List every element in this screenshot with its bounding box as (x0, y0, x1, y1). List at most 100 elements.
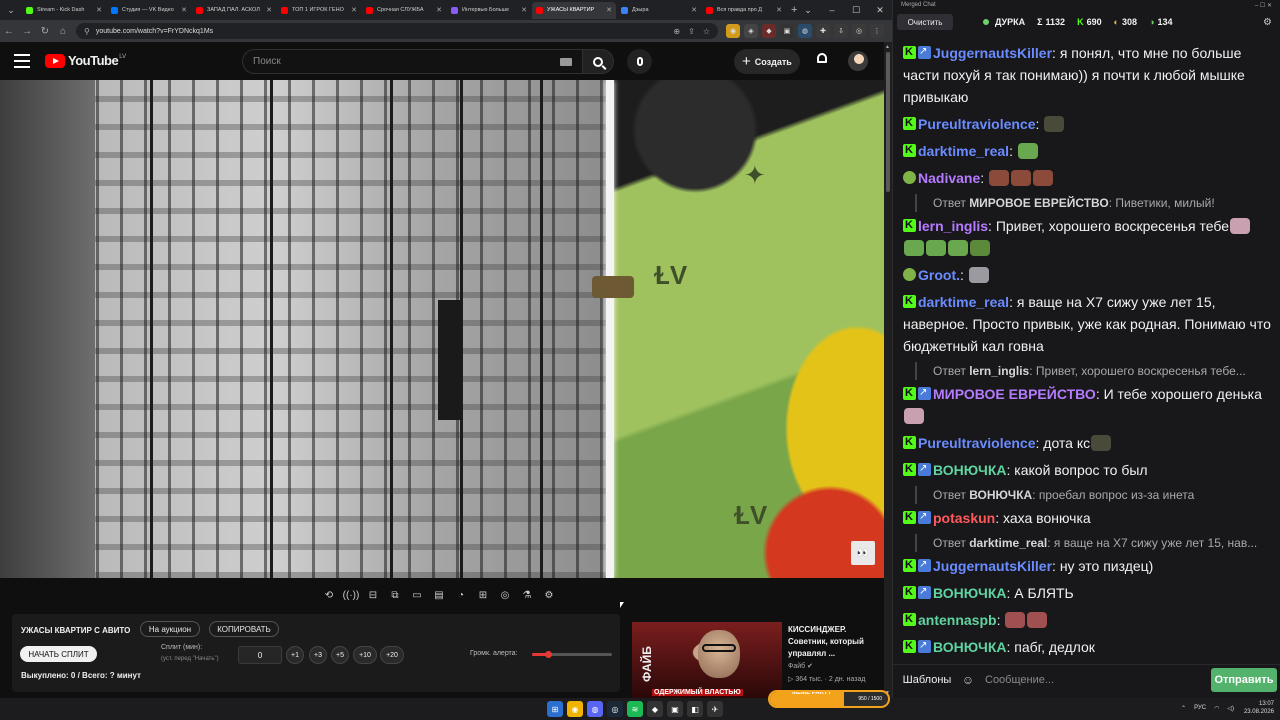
extension-icon[interactable]: ◉ (726, 24, 740, 38)
browser-tab[interactable]: Срочная СЛУЖБА ✕ (362, 2, 446, 19)
close-icon[interactable]: ✕ (96, 6, 102, 14)
scroll-up-icon[interactable]: ▲ (885, 44, 890, 50)
chat-nick[interactable]: JuggernautsKiller (933, 45, 1052, 61)
chrome-icon[interactable]: ◉ (567, 701, 583, 717)
menu-icon[interactable]: ⋮ (870, 24, 884, 38)
clear-chat-button[interactable]: Очистить (897, 14, 953, 30)
back-button[interactable]: ← (0, 22, 18, 40)
steam-icon[interactable]: ◎ (607, 701, 623, 717)
chat-nick[interactable]: JuggernautsKiller (933, 558, 1052, 574)
chat-message[interactable]: antennaspb: (903, 608, 1271, 631)
browser-tab[interactable]: Stream - Kick Dash ✕ (22, 2, 106, 19)
spotify-icon[interactable]: ≋ (627, 701, 643, 717)
split-minutes-input[interactable]: 0 (238, 646, 282, 664)
star-icon[interactable]: ☆ (703, 27, 710, 36)
clock[interactable]: 13:07 23.08.2026 (1244, 700, 1274, 716)
start-split-button[interactable]: НАЧАТЬ СПЛИТ (20, 646, 97, 662)
create-button[interactable]: + Создать (734, 49, 800, 74)
chat-nick[interactable]: ВОНЮЧКА (933, 462, 1007, 478)
chat-message[interactable]: Nadivane: (903, 167, 1271, 189)
player-tool-icon[interactable]: ⊞ (472, 587, 494, 603)
wifi-icon[interactable]: ◠ (1214, 705, 1219, 712)
chat-message[interactable]: darktime_real: я ваще на X7 сижу уже лет… (903, 290, 1271, 357)
chat-messages[interactable]: JuggernautsKiller: я понял, что мне по б… (893, 38, 1280, 658)
chat-message[interactable]: potaskun: хаха вонючка (903, 506, 1271, 529)
app-icon[interactable]: ◧ (687, 701, 703, 717)
split-step-button[interactable]: +5 (331, 646, 349, 664)
discord-icon[interactable]: ◍ (587, 701, 603, 717)
chat-nick[interactable]: potaskun (933, 510, 995, 526)
chevron-up-icon[interactable]: ⌃ (1181, 705, 1186, 712)
chat-message[interactable]: JuggernautsKiller: ну это пиздец) (903, 554, 1271, 577)
close-icon[interactable]: ✕ (266, 6, 272, 14)
related-title[interactable]: КИССИНДЖЕР. Советник, который управлял .… (788, 624, 882, 660)
extension-icon[interactable]: ▣ (780, 24, 794, 38)
browser-tab[interactable]: ТОП 1 ИГРОК ГЕНО ✕ (277, 2, 361, 19)
chat-message[interactable]: МИРОВОЕ ЕВРЕЙСТВО: И тебе хорошего деньк… (903, 382, 1271, 427)
browser-tab[interactable]: Интервью Больше ✕ (447, 2, 531, 19)
search-button[interactable] (582, 49, 614, 74)
search-input[interactable]: Поиск (242, 49, 582, 74)
app-icon[interactable]: ✈ (707, 701, 723, 717)
notifications-bell-icon[interactable] (815, 53, 829, 67)
chat-nick[interactable]: Nadivane (918, 170, 980, 186)
extension-icon[interactable]: ◆ (762, 24, 776, 38)
chat-message[interactable]: darktime_real: (903, 139, 1271, 162)
chat-message[interactable]: Groot.: (903, 264, 1271, 286)
download-icon[interactable]: ⇩ (834, 24, 848, 38)
chat-nick[interactable]: МИРОВОЕ ЕВРЕЙСТВО (933, 386, 1096, 402)
chat-nick[interactable]: ВОНЮЧКА (933, 639, 1007, 655)
volume-knob[interactable] (545, 651, 552, 658)
alert-volume-slider[interactable] (532, 651, 612, 658)
video-player[interactable]: ⱢV ✦ ⱢV (0, 80, 884, 578)
site-info-icon[interactable]: ⚲ (84, 27, 90, 36)
gear-icon[interactable]: ⚙ (1263, 17, 1272, 28)
close-icon[interactable]: ✕ (776, 6, 782, 14)
chat-message[interactable]: ВОНЮЧКА: А БЛЯТЬ (903, 581, 1271, 604)
player-tool-icon[interactable]: ▤ (428, 587, 450, 603)
tab-search-icon[interactable]: ⌄ (4, 3, 18, 17)
split-step-button[interactable]: +10 (353, 646, 377, 664)
chat-nick[interactable]: Pureultraviolence (918, 435, 1036, 451)
chat-message[interactable]: lern_inglis: Привет, хорошего воскресень… (903, 214, 1271, 259)
forward-button[interactable]: → (18, 22, 36, 40)
templates-button[interactable]: Шаблоны (897, 668, 957, 692)
emoji-icon[interactable]: ☺ (957, 669, 979, 691)
player-tool-icon[interactable]: ◎ (494, 587, 516, 603)
browser-tab[interactable]: Дзыра ✕ (617, 2, 701, 19)
chevron-down-icon[interactable]: ⌄ (796, 0, 820, 20)
chat-message[interactable]: Pureultraviolence: (903, 112, 1271, 135)
windows-start-icon[interactable]: ⊞ (547, 701, 563, 717)
eyes-icon[interactable]: 👀 (851, 541, 875, 565)
profile-icon[interactable]: ◎ (852, 24, 866, 38)
voice-search-button[interactable] (627, 49, 652, 74)
player-tool-icon[interactable]: ⊟ (362, 587, 384, 603)
player-tool-icon[interactable]: ◔ (450, 587, 472, 603)
volume-icon[interactable]: ◁) (1227, 705, 1234, 712)
puzzle-icon[interactable]: ✚ (816, 24, 830, 38)
share-icon[interactable]: ⇪ (688, 27, 695, 36)
zoom-icon[interactable]: ⊕ (673, 27, 680, 36)
send-button[interactable]: Отправить (1211, 667, 1277, 692)
home-button[interactable]: ⌂ (54, 22, 72, 40)
chat-message[interactable]: Pureultraviolence: дота кс (903, 431, 1271, 454)
player-tool-icon[interactable]: ⚗ (516, 587, 538, 603)
browser-tab[interactable]: УЖАСЫ КВАРТИР ✕ (532, 1, 616, 19)
chat-nick[interactable]: antennaspb (918, 612, 997, 628)
browser-tab[interactable]: Студия — VK Видео ✕ (107, 2, 191, 19)
close-icon[interactable]: ✕ (436, 6, 442, 14)
reply-context[interactable]: Ответ darktime_real: я ваще на X7 сижу у… (915, 534, 1271, 552)
split-step-button[interactable]: +1 (286, 646, 304, 664)
close-window-button[interactable]: ✕ (868, 0, 892, 20)
maximize-button[interactable]: ☐ (844, 0, 868, 20)
player-tool-icon[interactable]: ⚙ (538, 587, 560, 603)
page-scrollbar[interactable]: ▲ ▼ (884, 42, 892, 698)
close-icon[interactable]: ✕ (691, 6, 697, 14)
chat-nick[interactable]: ВОНЮЧКА (933, 585, 1007, 601)
split-step-button[interactable]: +20 (380, 646, 404, 664)
minimize-button[interactable]: – (820, 0, 844, 20)
app-icon[interactable]: ◆ (647, 701, 663, 717)
chat-nick[interactable]: Pureultraviolence (918, 116, 1036, 132)
chat-nick[interactable]: Groot. (918, 267, 960, 283)
chat-nick[interactable]: lern_inglis (918, 218, 988, 234)
